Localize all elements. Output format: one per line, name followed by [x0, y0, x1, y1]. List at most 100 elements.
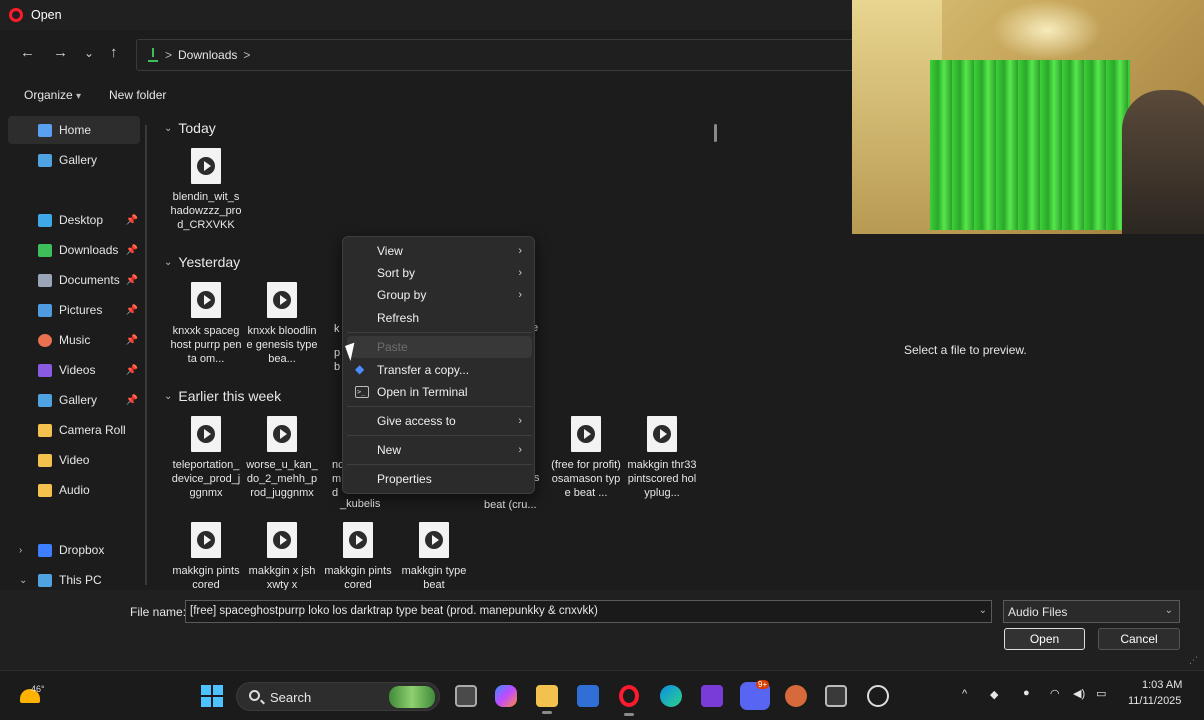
menu-item-paste[interactable]: Paste	[347, 336, 532, 358]
sidebar-item-downloads[interactable]: Downloads 📌	[8, 236, 140, 264]
file-item[interactable]: teleportation_device_prod_jggnmx	[170, 416, 242, 500]
file-name-partial[interactable]: _kubelis	[340, 498, 380, 510]
organize-button[interactable]: Organize ▾	[24, 88, 81, 102]
sidebar-item-videos[interactable]: Videos 📌	[8, 356, 140, 384]
file-item[interactable]: knxxk bloodline genesis type bea...	[246, 282, 318, 366]
file-item[interactable]: makkgin x jshxwty x	[246, 522, 318, 592]
navigation-pane: Home Gallery Desktop 📌 Downloads 📌 Docum…	[8, 114, 148, 594]
resize-grip-icon[interactable]: ⋰	[1189, 655, 1198, 666]
sidebar-item-camera-roll[interactable]: Camera Roll	[8, 416, 140, 444]
search-icon	[249, 690, 260, 701]
windows-start-icon[interactable]	[201, 685, 223, 707]
tray-overflow-icon[interactable]: ^	[962, 688, 967, 700]
menu-item-properties[interactable]: Properties	[347, 468, 532, 490]
dropbox-icon	[355, 362, 369, 376]
file-item[interactable]: makkgin pintscored	[322, 522, 394, 592]
terminal-icon	[355, 386, 369, 398]
forward-arrow-icon[interactable]: →	[53, 44, 68, 62]
file-item[interactable]: blendin_wit_shadowzzz_prod_CRXVKK	[170, 148, 242, 232]
file-item[interactable]: makkgin type beat	[398, 522, 470, 592]
group-header-earlier-this-week[interactable]: ⌄ Earlier this week	[164, 388, 281, 404]
task-view-icon[interactable]	[455, 685, 477, 707]
breadcrumb-downloads[interactable]: Downloads	[178, 48, 237, 62]
obs-studio-icon[interactable]	[867, 685, 889, 707]
menu-label: Sort by	[377, 266, 416, 280]
edge-browser-icon[interactable]	[660, 685, 682, 707]
file-item[interactable]: (free for profit) osamason type beat ...	[550, 416, 622, 500]
sidebar-scrollbar[interactable]	[145, 125, 147, 585]
file-name: makkgin thr33 pintscored holyplug...	[627, 459, 697, 499]
file-name-bar: File name: [free] spaceghostpurrp loko l…	[0, 590, 1204, 670]
menu-item-group-by[interactable]: Group by ›	[347, 284, 532, 306]
group-header-yesterday[interactable]: ⌄ Yesterday	[164, 254, 240, 270]
file-name-partial[interactable]: k p b	[334, 322, 340, 374]
file-item[interactable]: knxxk spaceghost purrp penta om...	[170, 282, 242, 366]
sidebar-item-gallery[interactable]: Gallery	[8, 146, 140, 174]
music-icon	[38, 333, 52, 347]
clipchamp-icon[interactable]	[701, 685, 723, 707]
opera-browser-icon[interactable]	[619, 685, 639, 716]
discord-icon[interactable]: 9+	[740, 680, 770, 710]
preview-message: Select a file to preview.	[904, 343, 1027, 357]
address-bar[interactable]: > Downloads >	[136, 39, 866, 71]
sidebar-item-documents[interactable]: Documents 📌	[8, 266, 140, 294]
sidebar-item-music[interactable]: Music 📌	[8, 326, 140, 354]
file-name: blendin_wit_shadowzzz_prod_CRXVKK	[170, 191, 242, 231]
sidebar-item-home[interactable]: Home	[8, 116, 140, 144]
chevron-down-icon[interactable]: ⌄	[979, 605, 987, 616]
sidebar-item-video[interactable]: Video	[8, 446, 140, 474]
microphone-icon[interactable]: ●	[1023, 687, 1030, 699]
menu-item-transfer-copy[interactable]: Transfer a copy...	[347, 359, 532, 381]
sidebar-item-pictures[interactable]: Pictures 📌	[8, 296, 140, 324]
taskbar-search[interactable]: Search	[236, 682, 440, 711]
volume-icon[interactable]: ◀)	[1073, 687, 1085, 700]
sidebar-item-desktop[interactable]: Desktop 📌	[8, 206, 140, 234]
back-arrow-icon[interactable]: ←	[20, 44, 35, 62]
open-button[interactable]: Open	[1004, 628, 1085, 650]
clock-time[interactable]: 1:03 AM	[1142, 679, 1182, 691]
app-avatar-icon[interactable]	[785, 685, 807, 707]
file-item[interactable]: makkgin thr33 pintscored holyplug...	[626, 416, 698, 500]
taskbar: 46° Search 9+ ^ ◆ ● ◠ ◀) ▭ 1:03 AM 11/11…	[0, 670, 1204, 720]
file-name-field[interactable]: [free] spaceghostpurrp loko los darktrap…	[185, 600, 992, 623]
file-name-partial[interactable]: beat (cru...	[484, 499, 537, 511]
webcam-light	[992, 0, 1102, 60]
file-explorer-icon[interactable]	[536, 685, 558, 714]
sidebar-item-audio[interactable]: Audio	[8, 476, 140, 504]
sidebar-label: Home	[59, 123, 92, 137]
sidebar-item-gallery-pinned[interactable]: Gallery 📌	[8, 386, 140, 414]
group-header-today[interactable]: ⌄ Today	[164, 120, 216, 136]
file-item[interactable]: worse_u_kan_do_2_mehh_prod_juggnmx	[246, 416, 318, 500]
clock-date[interactable]: 11/11/2025	[1128, 695, 1181, 707]
chevron-down-icon[interactable]: ⌄	[19, 575, 27, 586]
battery-icon[interactable]: ▭	[1096, 687, 1106, 700]
dropbox-tray-icon[interactable]: ◆	[990, 688, 998, 701]
file-type-select[interactable]: Audio Files ⌄	[1003, 600, 1180, 623]
up-arrow-icon[interactable]: ↑	[110, 44, 118, 62]
menu-item-refresh[interactable]: Refresh	[347, 307, 532, 329]
menu-item-give-access-to[interactable]: Give access to ›	[347, 410, 532, 432]
recent-locations-icon[interactable]: ⌄	[84, 44, 94, 62]
breadcrumb-separator[interactable]: >	[243, 48, 250, 62]
cancel-button[interactable]: Cancel	[1098, 628, 1180, 650]
sidebar-item-dropbox[interactable]: › Dropbox	[8, 536, 140, 564]
camera-icon[interactable]	[825, 685, 847, 707]
download-icon	[147, 48, 159, 62]
sidebar-label: Downloads	[59, 243, 119, 257]
copilot-icon[interactable]	[495, 685, 517, 707]
menu-item-open-in-terminal[interactable]: Open in Terminal	[347, 381, 532, 403]
outlook-icon[interactable]	[577, 685, 599, 707]
folder-icon	[38, 423, 52, 437]
menu-item-view[interactable]: View ›	[347, 240, 532, 262]
chevron-right-icon[interactable]: ›	[19, 545, 22, 556]
menu-item-new[interactable]: New ›	[347, 439, 532, 461]
folder-icon	[38, 453, 52, 467]
menu-item-sort-by[interactable]: Sort by ›	[347, 262, 532, 284]
search-highlight-art	[389, 686, 435, 708]
file-item[interactable]: makkgin pintscored	[170, 522, 242, 592]
group-title: Yesterday	[178, 254, 241, 270]
wifi-icon[interactable]: ◠	[1050, 687, 1060, 700]
new-folder-button[interactable]: New folder	[109, 88, 166, 102]
sidebar-label: Gallery	[59, 153, 98, 167]
content-scrollbar[interactable]	[714, 124, 717, 142]
